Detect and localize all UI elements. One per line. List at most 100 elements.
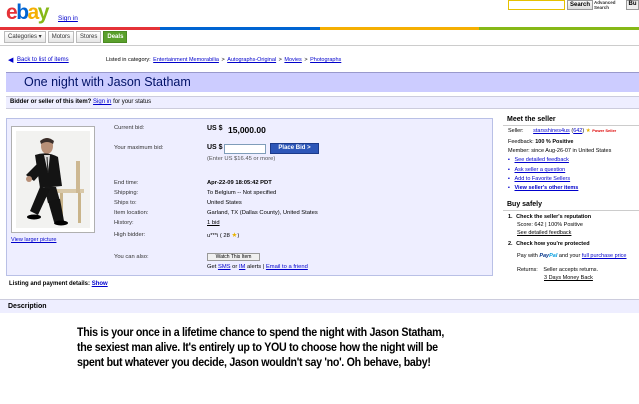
search-button[interactable]: Search [567,0,593,10]
bullet-icon: ▪ [508,176,510,182]
full-purchase-price-link[interactable]: full purchase price [582,253,627,259]
add-favorite-link[interactable]: Add to Favorite Sellers [514,176,570,182]
crumb-sep: > [278,57,282,63]
seller-score-close: ) [582,128,585,134]
color-bar-segment [479,27,639,30]
advanced-search-link[interactable]: Advanced Search [594,0,624,10]
ships-to-value: United States [207,200,242,206]
money-back-link[interactable]: 3 Days Money Back [544,275,593,281]
listed-in-label: Listed in category: [106,57,151,63]
divider [0,45,639,46]
item-title: One night with Jason Statham [24,75,191,89]
bidder-status-bar: Bidder or seller of this item? Sign in f… [6,96,639,109]
step-2: 2. Check how you're protected [508,241,590,247]
color-bar-segment [0,27,160,30]
sms-link[interactable]: SMS [218,264,231,270]
place-bid-button[interactable]: Place Bid > [270,143,319,154]
current-bid-currency: US $ [207,125,223,132]
crumb-entertainment[interactable]: Entertainment Memorabilia [153,57,219,63]
logo-letter: a [27,1,40,24]
crumb-movies[interactable]: Movies [284,57,301,63]
search-input[interactable] [508,0,565,10]
history-label: History: [114,220,134,226]
high-bidder-id[interactable]: u***i ( 28 [207,233,230,239]
nav-stores[interactable]: Stores [76,31,102,43]
step-number: 1. [508,214,513,220]
watch-item-button[interactable]: Watch This Item [207,253,260,261]
detailed-feedback-link[interactable]: See detailed feedback [514,157,568,163]
step-1-text: Check the seller's reputation [516,214,592,220]
ships-to-label: Ships to: [114,200,137,206]
buy-safely-heading: Buy safely [507,201,543,208]
description-body: This is your once in a lifetime chance t… [77,325,473,371]
or-text: or [232,264,238,270]
member-label: Member: [508,148,530,154]
bullet-icon: ▪ [508,167,510,173]
shipping-label: Shipping: [114,190,139,196]
brand-color-bar [0,27,639,30]
divider [503,210,639,211]
sign-in-link[interactable]: Sign in [58,15,78,22]
max-bid-currency: US $ [207,144,223,151]
paypal-row: Pay with PayPal and your full purchase p… [517,253,627,259]
high-bidder-value: u***i ( 28 ★) [207,231,239,239]
also-label: You can also: [114,254,149,260]
step-1-feedback-link[interactable]: See detailed feedback [517,230,571,236]
bidder-prompt: Bidder or seller of this item? [10,99,92,105]
returns-value: Seller accepts returns. [543,267,599,273]
listing-payment-bar: Listing and payment details: Show [6,278,493,292]
divider [503,125,639,126]
description-line: This is your once in a lifetime chance t… [77,325,445,339]
paypal-logo: PayPal [539,253,558,259]
star-icon: ★ [585,128,591,134]
status-sign-in-link[interactable]: Sign in [93,99,111,105]
seller-name-link[interactable]: starsshines4us [533,128,570,134]
show-details-link[interactable]: Show [92,281,108,287]
shipping-value: To Belgium -- Not specified [207,190,277,196]
high-bidder-close: ) [237,233,240,239]
email-friend-link[interactable]: Email to a friend [266,264,308,270]
logo-letter: b [16,1,29,24]
seller-link-item: ▪ See detailed feedback [508,157,569,163]
ask-question-link[interactable]: Ask seller a question [514,167,565,173]
alerts-text: alerts | [247,264,265,270]
max-bid-input[interactable] [224,144,266,154]
item-photo[interactable] [16,131,90,228]
nav-categories[interactable]: Categories ▾ [4,31,46,43]
bullet-icon: ▪ [508,157,510,163]
back-to-list-link[interactable]: Back to list of items [17,57,69,63]
cut-off-button[interactable]: Bu [626,0,639,10]
color-bar-segment [319,27,480,30]
view-larger-link[interactable]: View larger picture [11,237,56,243]
returns-label: Returns: [517,267,538,273]
member-value: since Aug-26-07 in United States [531,148,612,154]
get-text: Get [207,264,217,270]
end-time-value: Apr-22-09 18:05:42 PDT [207,180,272,186]
power-seller-badge[interactable]: Power Seller [592,128,616,133]
seller-score-link[interactable]: 642 [573,128,582,134]
breadcrumb: Listed in category: Entertainment Memora… [106,57,342,63]
step-number: 2. [508,241,513,247]
seller-row: Seller: starsshines4us (642) ★ Power Sel… [508,128,616,134]
crumb-autographs[interactable]: Autographs-Original [227,57,276,63]
nav-deals[interactable]: Deals [103,31,128,43]
crumb-sep: > [221,57,225,63]
alerts-row: Get SMS or IM alerts | Email to a friend [207,264,308,270]
end-time-label: End time: [114,180,139,186]
member-row: Member: since Aug-26-07 in United States [508,148,611,154]
step-1: 1. Check the seller's reputation [508,214,591,220]
ebay-logo[interactable]: ebay [6,2,54,24]
nav-bar: Categories ▾ Motors Stores Deals [4,31,128,43]
nav-motors[interactable]: Motors [47,31,75,43]
pay-with-text: Pay with [517,253,538,259]
bid-history-link[interactable]: 1 bid [207,220,220,226]
seller-link-item: ▪ Ask seller a question [508,167,565,173]
description-line: spent but whatever you decide, Jason wou… [77,355,431,370]
back-arrow-icon[interactable]: ◀ [8,56,13,64]
other-items-link[interactable]: View seller's other items [514,185,578,191]
crumb-photographs[interactable]: Photographs [310,57,341,63]
feedback-row: Feedback: 100 % Positive [508,139,573,145]
meet-seller-heading: Meet the seller [507,116,556,123]
im-link[interactable]: IM [239,264,245,270]
item-location-label: Item location: [114,210,149,216]
